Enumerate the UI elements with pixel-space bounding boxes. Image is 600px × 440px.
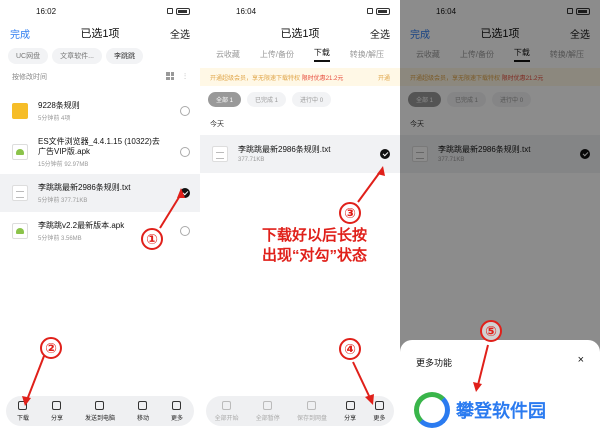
arrowhead-step5 xyxy=(473,382,482,392)
panel-uc-netdisk: 16:02 完成 已选1项 全选 UC网盘 文章软件... 李跳跳 按修改时间 … xyxy=(0,0,200,440)
step-5-marker: ⑤ xyxy=(480,320,502,342)
arrow-step2 xyxy=(26,355,45,401)
annotation-arrows xyxy=(352,166,385,405)
annotation-arrows xyxy=(22,188,185,406)
arrow-step1 xyxy=(159,193,182,229)
panel-more-functions: 16:04 完成 已选1项 全选 云收藏 上传/备份 下载 转换/解压 开通超级… xyxy=(400,0,600,440)
step-4-marker: ④ xyxy=(339,338,361,360)
arrowhead-step4 xyxy=(365,394,374,405)
step-2-marker: ② xyxy=(40,337,62,359)
arrow-step4 xyxy=(352,361,371,399)
arrowhead-step1 xyxy=(177,188,185,198)
annotation-arrows xyxy=(473,344,489,392)
arrow-step3 xyxy=(357,171,381,203)
arrow-step5 xyxy=(477,344,489,386)
arrowhead-step2 xyxy=(22,396,31,406)
step-1-marker: ① xyxy=(141,228,163,250)
panel-downloads: 16:04 已选1项 全选 云收藏 上传/备份 下载 转换/解压 开通超级会员，… xyxy=(200,0,400,440)
instruction-text: 下载好以后长按 出现“对勾”状态 xyxy=(262,227,368,264)
step-3-marker: ③ xyxy=(339,202,361,224)
